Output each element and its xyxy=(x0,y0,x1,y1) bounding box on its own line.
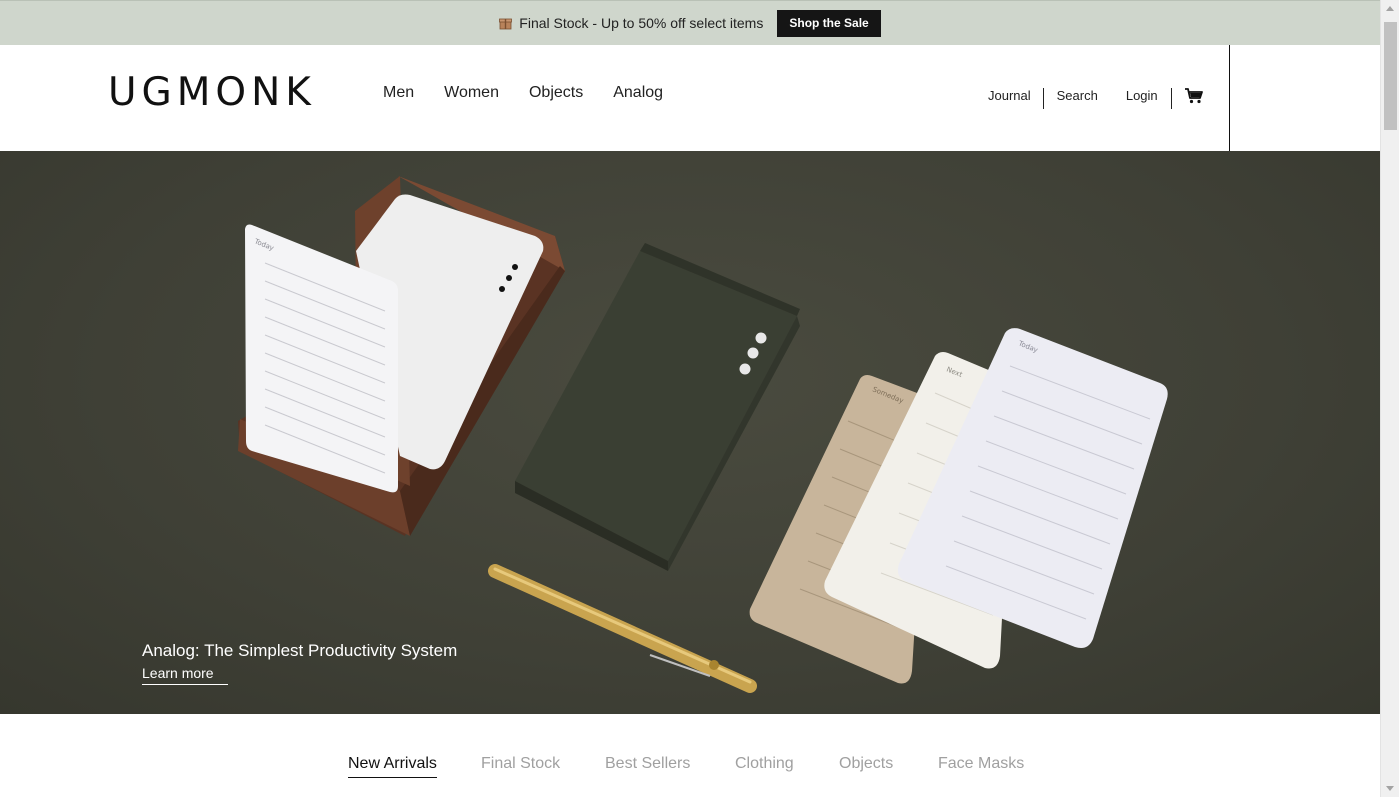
tab-new-arrivals[interactable]: New Arrivals xyxy=(348,754,437,778)
gift-box-icon xyxy=(499,18,513,29)
tab-final-stock[interactable]: Final Stock xyxy=(481,754,560,774)
dark-storage-box xyxy=(515,243,800,571)
journal-link[interactable]: Journal xyxy=(988,88,1031,104)
hero-caption: Analog: The Simplest Productivity System… xyxy=(142,641,457,685)
divider xyxy=(1042,88,1044,109)
page: Final Stock - Up to 50% off select items… xyxy=(0,0,1399,797)
brass-pen xyxy=(488,564,757,693)
site-header: UGMONK Men Women Objects Analog Journal … xyxy=(0,45,1380,151)
scroll-up-arrow-icon[interactable] xyxy=(1386,6,1394,11)
cart-icon[interactable] xyxy=(1184,87,1204,105)
site-logo[interactable]: UGMONK xyxy=(108,70,316,116)
header-vertical-rule xyxy=(1229,45,1230,151)
main-nav: Men Women Objects Analog xyxy=(383,83,693,103)
nav-analog[interactable]: Analog xyxy=(613,83,663,103)
hero-product-image: Today Next Someday Today xyxy=(238,176,1168,693)
login-link[interactable]: Login xyxy=(1126,88,1158,104)
announcement-bar: Final Stock - Up to 50% off select items… xyxy=(0,0,1380,45)
nav-men[interactable]: Men xyxy=(383,83,414,103)
nav-women[interactable]: Women xyxy=(444,83,499,103)
tab-best-sellers[interactable]: Best Sellers xyxy=(605,754,690,774)
announcement-text: Final Stock - Up to 50% off select items xyxy=(519,15,764,31)
shop-sale-button[interactable]: Shop the Sale xyxy=(777,9,881,37)
tab-face-masks[interactable]: Face Masks xyxy=(938,754,1024,774)
tab-objects[interactable]: Objects xyxy=(839,754,893,774)
divider xyxy=(1170,88,1172,109)
scrollbar-thumb[interactable] xyxy=(1384,22,1397,130)
utility-nav: Journal Search Login xyxy=(988,82,1204,109)
nav-objects[interactable]: Objects xyxy=(529,83,583,103)
search-link[interactable]: Search xyxy=(1057,88,1098,104)
tab-clothing[interactable]: Clothing xyxy=(735,754,794,774)
scroll-down-arrow-icon[interactable] xyxy=(1386,786,1394,791)
learn-more-link[interactable]: Learn more xyxy=(142,665,228,685)
category-tabs: New Arrivals Final Stock Best Sellers Cl… xyxy=(0,714,1380,797)
hero-title: Analog: The Simplest Productivity System xyxy=(142,641,458,660)
page-scrollbar[interactable] xyxy=(1380,0,1399,797)
hero-banner[interactable]: Today Next Someday Today Analog: The Sim… xyxy=(0,151,1380,714)
